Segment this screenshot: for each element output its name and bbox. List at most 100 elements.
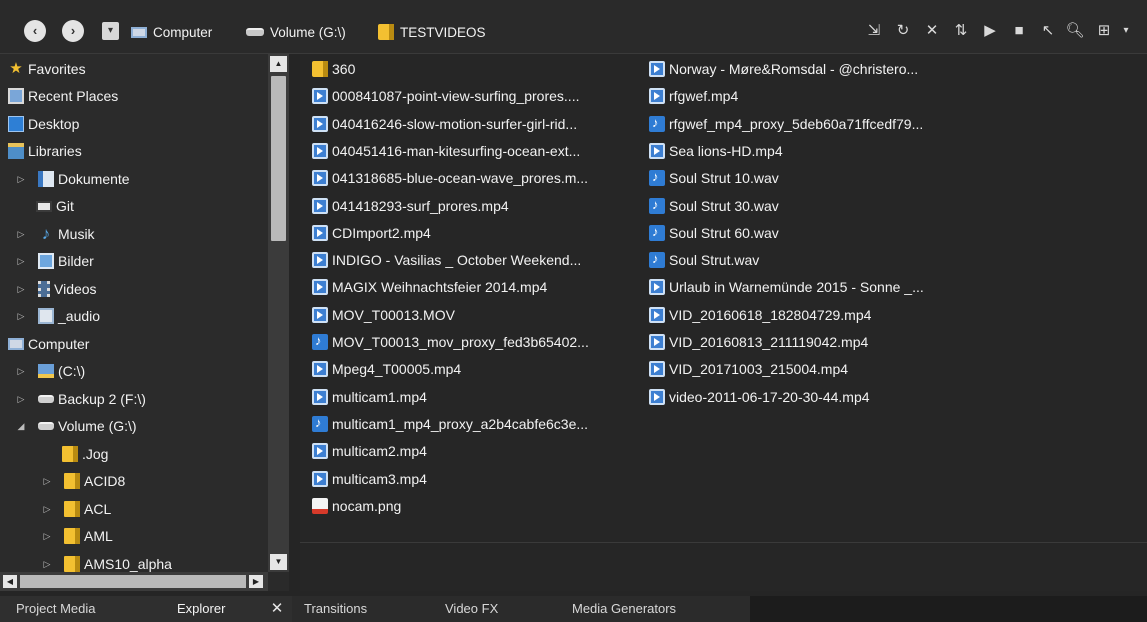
history-dropdown-button[interactable]: ▾ — [102, 22, 119, 40]
file-item[interactable]: MAGIX Weihnachtsfeier 2014.mp4 — [312, 276, 547, 298]
tree-item[interactable]: ▷ _audio — [14, 305, 100, 327]
file-item[interactable]: 041418293-surf_prores.mp4 — [312, 195, 509, 217]
file-item[interactable]: rfgwef_mp4_proxy_5deb60a71ffcedf79... — [649, 113, 923, 135]
collapse-arrow-icon[interactable]: ◢ — [14, 421, 28, 432]
tree-horizontal-scrollbar[interactable]: ◀ ▶ — [0, 572, 268, 591]
tree-item[interactable]: ▷ Bilder — [14, 250, 94, 272]
file-name: MOV_T00013.MOV — [332, 306, 455, 323]
tree-item[interactable]: Libraries — [8, 140, 82, 162]
tab-media-generators[interactable]: Media Generators — [572, 596, 676, 622]
video-file-icon — [649, 306, 665, 323]
file-name: Soul Strut 30.wav — [669, 197, 779, 214]
tree-item[interactable]: ▷ Backup 2 (F:\) — [14, 388, 146, 410]
file-item[interactable]: multicam1.mp4 — [312, 386, 427, 408]
file-name: MAGIX Weihnachtsfeier 2014.mp4 — [332, 279, 548, 296]
audio-file-icon — [649, 251, 665, 269]
tree-item[interactable]: ▷ Videos — [14, 278, 97, 300]
breadcrumb-computer[interactable]: Computer — [131, 22, 212, 42]
file-item[interactable]: 040451416-man-kitesurfing-ocean-ext... — [312, 140, 580, 162]
file-item[interactable]: MOV_T00013_mov_proxy_fed3b65402... — [312, 331, 589, 353]
file-name: multicam2.mp4 — [332, 443, 427, 460]
file-item[interactable]: 041318685-blue-ocean-wave_prores.m... — [312, 167, 588, 189]
back-button[interactable]: ‹ — [24, 20, 46, 42]
tab-transitions[interactable]: Transitions — [304, 596, 367, 622]
file-item[interactable]: CDImport2.mp4 — [312, 222, 431, 244]
file-name: Soul Strut.wav — [669, 252, 760, 269]
tab-video-fx[interactable]: Video FX — [445, 596, 498, 622]
scroll-right-button[interactable]: ▶ — [249, 575, 263, 588]
file-item[interactable]: Urlaub in Warnemünde 2015 - Sonne _... — [649, 276, 924, 298]
delete-icon[interactable]: ✕ — [922, 21, 942, 41]
auto-preview-icon[interactable]: ↖ — [1038, 21, 1058, 41]
stop-icon[interactable]: ■ — [1009, 21, 1029, 41]
views-dropdown-icon[interactable]: ▾ — [1118, 21, 1134, 41]
file-item[interactable]: 360 — [312, 58, 355, 80]
expand-arrow-icon[interactable]: ▷ — [40, 531, 54, 542]
tree-item[interactable]: ★ Favorites — [8, 58, 85, 80]
expand-arrow-icon[interactable]: ▷ — [14, 229, 28, 240]
file-item[interactable]: multicam1_mp4_proxy_a2b4cabfe6c3e... — [312, 413, 588, 435]
tree-item[interactable]: ▷ Dokumente — [14, 168, 130, 190]
tree-item[interactable]: ▷ AMS10_alpha — [40, 553, 172, 572]
expand-arrow-icon[interactable]: ▷ — [14, 394, 28, 405]
scroll-down-button[interactable]: ▼ — [270, 554, 287, 570]
file-item[interactable]: MOV_T00013.MOV — [312, 304, 455, 326]
play-icon[interactable]: ▶ — [980, 21, 1000, 41]
tree-item[interactable]: Git — [36, 195, 74, 217]
file-item[interactable]: Soul Strut.wav — [649, 249, 759, 271]
file-item[interactable]: multicam3.mp4 — [312, 468, 427, 490]
tab-project-media[interactable]: Project Media — [16, 596, 95, 622]
file-item[interactable]: Norway - Møre&Romsdal - @christero... — [649, 58, 918, 80]
file-item[interactable]: VID_20160618_182804729.mp4 — [649, 304, 871, 326]
expand-arrow-icon[interactable]: ▷ — [40, 504, 54, 515]
expand-arrow-icon[interactable]: ▷ — [14, 284, 28, 295]
tree-item[interactable]: ▷ (C:\) — [14, 360, 86, 382]
tree-item[interactable]: ▷ ♪ Musik — [14, 223, 95, 245]
file-item[interactable]: VID_20160813_211119042.mp4 — [649, 331, 868, 353]
expand-arrow-icon[interactable]: ▷ — [14, 174, 28, 185]
expand-arrow-icon[interactable]: ▷ — [40, 559, 54, 570]
file-item[interactable]: video-2011-06-17-20-30-44.mp4 — [649, 386, 870, 408]
forward-button[interactable]: › — [62, 20, 84, 42]
file-item[interactable]: 040416246-slow-motion-surfer-girl-rid... — [312, 113, 577, 135]
expand-arrow-icon[interactable]: ▷ — [14, 366, 28, 377]
tree-item[interactable]: Desktop — [8, 113, 79, 135]
tree-item[interactable]: ▷ ACL — [40, 498, 111, 520]
file-item[interactable]: 000841087-point-view-surfing_prores.... — [312, 85, 579, 107]
file-item[interactable]: multicam2.mp4 — [312, 440, 427, 462]
expand-arrow-icon[interactable]: ▷ — [14, 256, 28, 267]
file-item[interactable]: Soul Strut 10.wav — [649, 167, 779, 189]
file-item[interactable]: INDIGO - Vasilias _ October Weekend... — [312, 249, 581, 271]
scroll-left-button[interactable]: ◀ — [3, 575, 17, 588]
file-item[interactable]: Sea lions-HD.mp4 — [649, 140, 783, 162]
scroll-thumb[interactable] — [20, 575, 246, 588]
move-up-icon[interactable]: ⇅ — [951, 21, 971, 41]
file-item[interactable]: VID_20171003_215004.mp4 — [649, 358, 848, 380]
search-icon[interactable]: 🔍︎ — [1065, 21, 1085, 41]
file-item[interactable]: rfgwef.mp4 — [649, 85, 738, 107]
file-item[interactable]: Soul Strut 60.wav — [649, 222, 779, 244]
tree-vertical-scrollbar[interactable]: ▲ ▼ — [268, 54, 289, 572]
file-name: multicam3.mp4 — [332, 470, 427, 487]
scroll-up-button[interactable]: ▲ — [270, 56, 287, 72]
tree-item[interactable]: ▷ AML — [40, 525, 113, 547]
file-item[interactable]: nocam.png — [312, 495, 401, 517]
expand-arrow-icon[interactable]: ▷ — [14, 311, 28, 322]
tree-item[interactable]: ▷ ACID8 — [40, 470, 125, 492]
refresh-icon[interactable]: ↻ — [893, 21, 913, 41]
scroll-thumb[interactable] — [271, 76, 286, 241]
file-item[interactable]: Soul Strut 30.wav — [649, 195, 779, 217]
tree-item[interactable]: Computer — [8, 333, 89, 355]
close-icon[interactable]: ✕ — [268, 596, 286, 622]
file-item[interactable]: Mpeg4_T00005.mp4 — [312, 358, 461, 380]
expand-arrow-icon[interactable]: ▷ — [40, 476, 54, 487]
tree-item[interactable]: .Jog — [62, 443, 108, 465]
tree-item[interactable]: Recent Places — [8, 85, 118, 107]
folder-icon — [62, 446, 78, 462]
import-icon[interactable]: ⇲ — [864, 21, 884, 41]
tree-item[interactable]: ◢ Volume (G:\) — [14, 415, 137, 437]
views-icon[interactable]: ⊞ — [1094, 21, 1114, 41]
breadcrumb-testvideos[interactable]: TESTVIDEOS — [378, 22, 486, 42]
breadcrumb-volume-g[interactable]: Volume (G:\) — [246, 22, 346, 42]
tab-explorer[interactable]: Explorer — [177, 596, 225, 622]
